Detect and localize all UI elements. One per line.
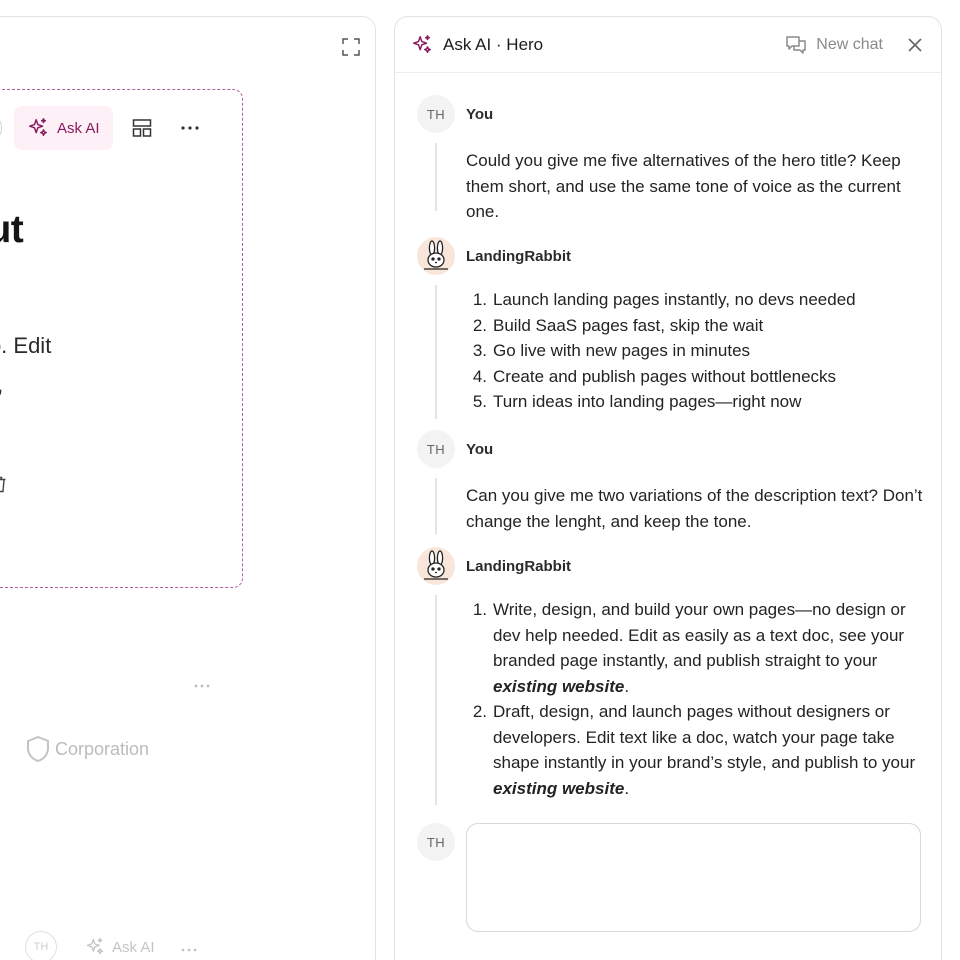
ask-ai-panel: Ask AI · Hero New chat TH You Could you … <box>394 16 942 960</box>
ask-ai-button[interactable]: Ask AI <box>14 106 113 150</box>
sender-name: LandingRabbit <box>466 557 571 575</box>
more-options-button[interactable] <box>175 113 205 143</box>
list-item: 5. Turn ideas into landing pages—right no… <box>472 392 802 411</box>
message-text: Could you give me five alternatives of t… <box>466 151 901 221</box>
editor-canvas: Ask AI ithout dev help. Edit instantly, <box>0 16 376 960</box>
list-item: 3. Go live with new pages in minutes <box>472 341 751 360</box>
chat-title: Ask AI · Hero <box>411 34 543 56</box>
chat-message-assistant: LandingRabbit 1. Launch landing pages ins… <box>417 237 927 419</box>
chat-message-user: TH You Could you give me five alternativ… <box>417 95 927 225</box>
hero-title: ithout <box>0 208 24 251</box>
list-item: 1. Launch landing pages instantly, no dev… <box>472 290 856 309</box>
chat-bubbles-icon <box>786 35 807 54</box>
thread-line <box>435 478 437 534</box>
suggestion-list: 1. Write, design, and build your own pag… <box>466 597 927 801</box>
new-chat-label: New chat <box>816 35 883 53</box>
avatar[interactable] <box>0 113 2 143</box>
new-chat-button[interactable]: New chat <box>785 35 883 55</box>
chat-title-text: Ask AI · Hero <box>443 34 544 54</box>
trash-icon[interactable] <box>0 476 9 494</box>
avatar[interactable]: TH <box>25 931 57 960</box>
corporation-label: Corporation <box>55 738 150 759</box>
sparkle-icon <box>86 938 104 955</box>
section-more-button[interactable] <box>194 675 210 692</box>
chat-header: Ask AI · Hero New chat <box>395 17 941 73</box>
block-toolbar: Ask AI <box>0 106 205 150</box>
ask-ai-label: Ask AI <box>57 119 100 137</box>
message-text: Can you give me two variations of the de… <box>466 486 923 531</box>
list-item: 1. Write, design, and build your own pag… <box>472 600 906 696</box>
close-icon[interactable] <box>905 35 925 55</box>
more-options-button[interactable] <box>181 939 197 956</box>
corporation-logo: Corporation <box>25 735 149 763</box>
hero-block-selected[interactable]: Ask AI ithout dev help. Edit instantly, <box>0 89 243 588</box>
chat-message-assistant: LandingRabbit 1. Write, design, and buil… <box>417 547 927 805</box>
list-item: 2. Build SaaS pages fast, skip the wait <box>472 315 764 335</box>
sender-name: LandingRabbit <box>466 247 571 265</box>
chat-message-user: TH You Can you give me two variations of… <box>417 430 927 534</box>
user-avatar: TH <box>417 95 455 133</box>
ask-ai-button[interactable]: Ask AI <box>85 937 155 957</box>
hero-description: dev help. Edit instantly, <box>0 333 52 397</box>
sender-name: You <box>466 440 494 458</box>
layout-icon[interactable] <box>127 113 157 143</box>
suggestion-list: 1. Launch landing pages instantly, no dev… <box>466 287 927 415</box>
list-item: 4. Create and publish pages without bottl… <box>472 366 837 386</box>
thread-line <box>435 143 437 211</box>
composer-row: TH <box>417 823 921 932</box>
rabbit-avatar-icon <box>417 547 455 585</box>
rabbit-avatar-icon <box>417 237 455 275</box>
app-root: Ask AI ithout dev help. Edit instantly, <box>0 0 960 960</box>
sender-name: You <box>466 105 494 123</box>
sparkle-icon <box>29 118 47 137</box>
ask-ai-label: Ask AI <box>112 938 155 956</box>
user-avatar: TH <box>417 430 455 468</box>
thread-line <box>435 285 437 419</box>
user-avatar: TH <box>417 823 455 861</box>
expand-icon[interactable] <box>340 36 362 58</box>
thread-line <box>435 595 437 805</box>
chat-input[interactable] <box>466 823 921 932</box>
sparkle-icon <box>413 34 431 53</box>
list-item: 2. Draft, design, and launch pages witho… <box>472 702 916 798</box>
bottom-toolbar: TH Ask AI <box>25 931 197 960</box>
shield-icon <box>27 735 49 763</box>
